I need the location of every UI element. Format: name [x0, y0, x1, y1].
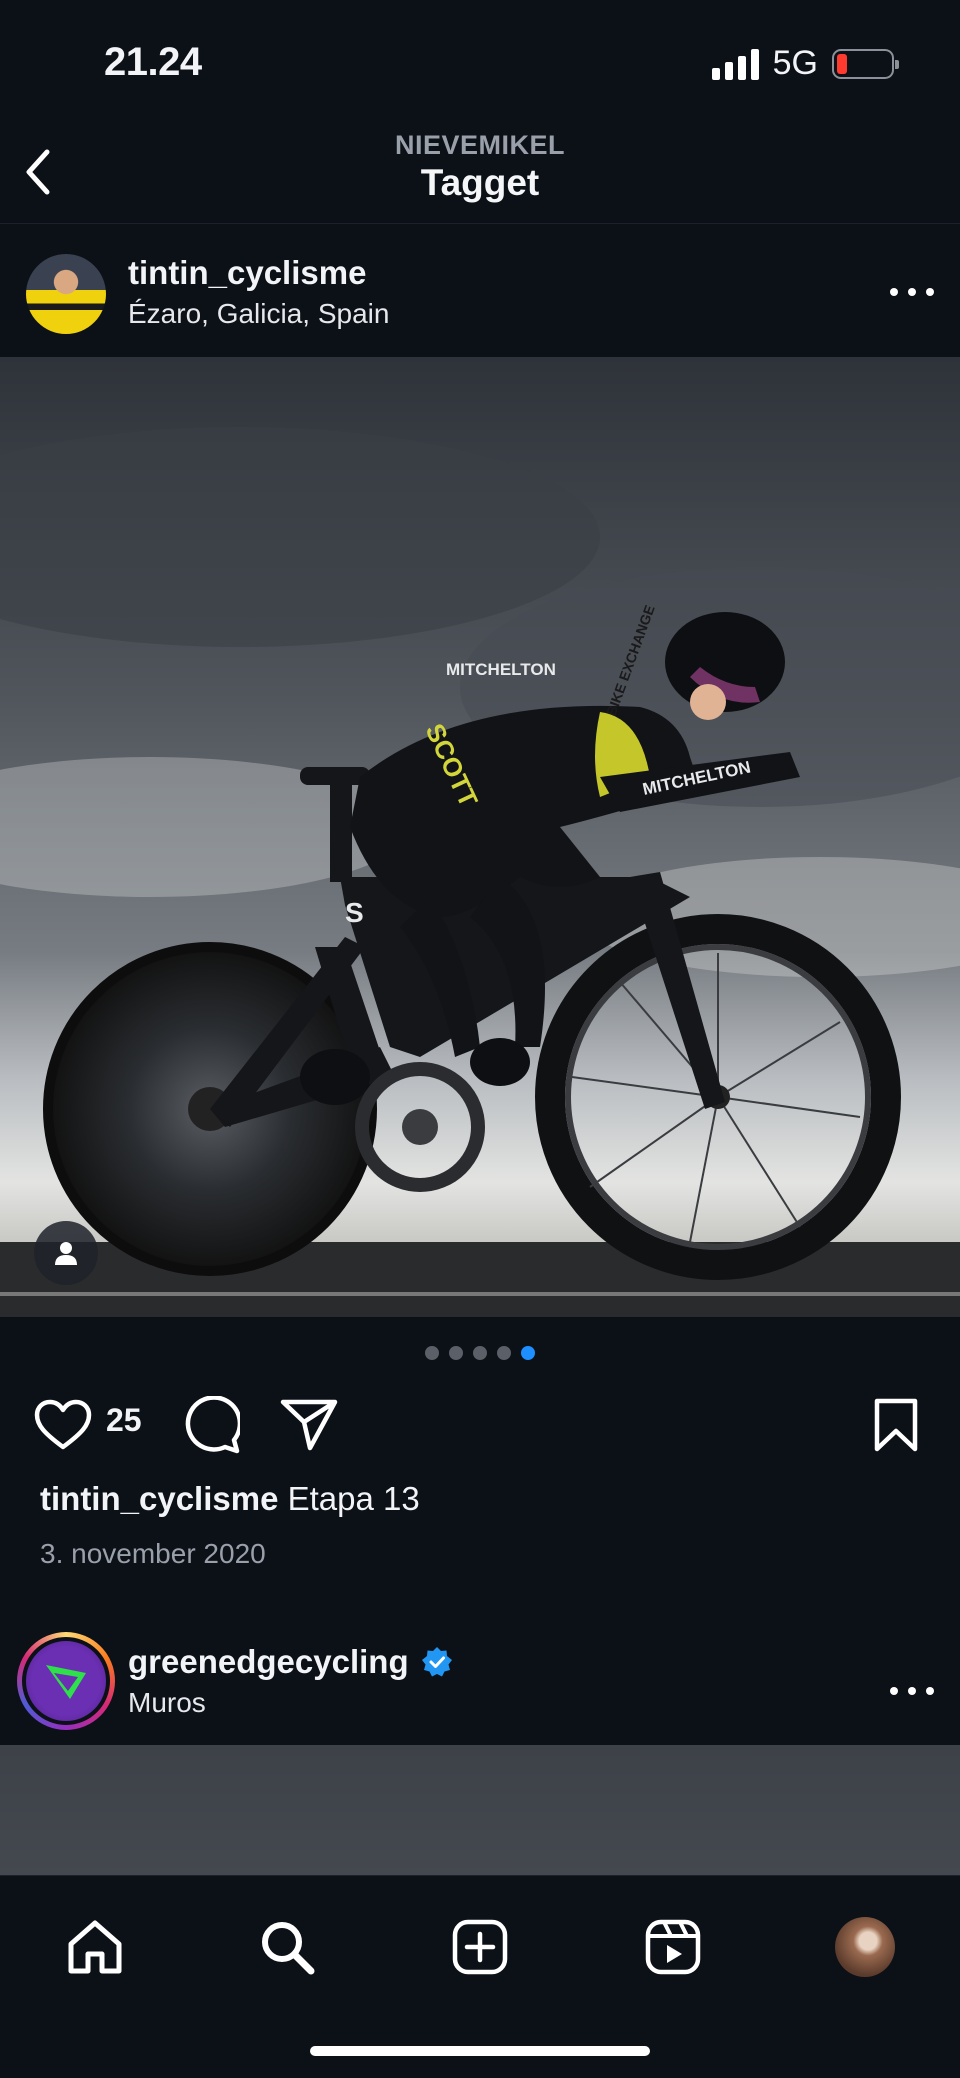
story-ring	[22, 1637, 110, 1725]
page-title: Tagget	[420, 162, 540, 203]
post-image[interactable]: MITCHELTON SCOTT MITCHELTON BIKE EXCHANG…	[0, 357, 960, 1317]
frame-logo-icon: S	[345, 897, 364, 928]
post-location[interactable]: Ézaro, Galicia, Spain	[128, 298, 389, 330]
create-icon	[452, 1919, 508, 1975]
like-button[interactable]	[32, 1394, 94, 1456]
next-user-row: greenedgecycling	[128, 1643, 453, 1681]
header-subtitle: NIEVEMIKEL	[394, 130, 566, 160]
signal-icon	[711, 48, 759, 80]
heart-icon	[34, 1399, 92, 1450]
next-post-header: greenedgecycling Muros	[0, 1615, 960, 1745]
home-indicator[interactable]	[310, 2046, 650, 2056]
battery-level	[837, 53, 847, 74]
bookmark-icon	[874, 1398, 918, 1452]
next-more-options-button[interactable]	[890, 1679, 934, 1703]
caption-text: Etapa 13	[287, 1480, 420, 1517]
next-post-username[interactable]: greenedgecycling	[128, 1643, 409, 1681]
post-date: 3. november 2020	[40, 1538, 266, 1569]
profile-avatar	[835, 1917, 895, 1977]
carousel-dot	[473, 1346, 487, 1360]
carousel-indicator	[0, 1346, 960, 1360]
comment-icon	[185, 1396, 240, 1454]
header: NIEVEMIKEL Tagget	[0, 120, 960, 224]
next-post-image[interactable]	[0, 1745, 960, 1875]
comment-button[interactable]	[180, 1394, 242, 1456]
person-icon	[55, 1242, 77, 1265]
status-icons: 5G	[711, 44, 899, 83]
post-header: tintin_cyclisme Ézaro, Galicia, Spain	[0, 224, 960, 357]
cyclist-photo: MITCHELTON SCOTT MITCHELTON BIKE EXCHANG…	[0, 357, 960, 1317]
nav-home[interactable]	[60, 1912, 130, 1982]
carousel-dot	[497, 1346, 511, 1360]
send-icon	[280, 1399, 338, 1451]
post-caption: tintin_cyclisme Etapa 13	[40, 1480, 420, 1518]
status-bar: 21.24 5G	[0, 0, 960, 130]
more-options-button[interactable]	[890, 280, 934, 304]
battery-icon	[832, 48, 899, 79]
post-username[interactable]: tintin_cyclisme	[128, 254, 366, 292]
bottom-nav	[0, 1875, 960, 2078]
share-button[interactable]	[278, 1394, 340, 1456]
search-icon	[262, 1922, 315, 1975]
network-label: 5G	[772, 44, 818, 82]
verified-badge-icon	[421, 1647, 452, 1677]
carousel-dot-active	[521, 1346, 535, 1360]
nav-search[interactable]	[252, 1912, 322, 1982]
chest-logo-text: MITCHELTON	[446, 660, 556, 679]
caption-username[interactable]: tintin_cyclisme	[40, 1480, 278, 1517]
home-icon	[68, 1920, 122, 1974]
brand-logo-icon	[46, 1665, 86, 1699]
carousel-dot	[449, 1346, 463, 1360]
reels-icon	[645, 1919, 701, 1975]
status-time: 21.24	[104, 40, 202, 84]
next-user-avatar[interactable]	[17, 1632, 115, 1730]
nav-reels[interactable]	[638, 1912, 708, 1982]
like-count[interactable]: 25	[106, 1402, 142, 1439]
carousel-dot	[425, 1346, 439, 1360]
user-avatar[interactable]	[26, 254, 106, 334]
next-post-location[interactable]: Muros	[128, 1687, 206, 1719]
tagged-people-button[interactable]	[34, 1221, 98, 1285]
nav-profile[interactable]	[830, 1912, 900, 1982]
nav-create[interactable]	[445, 1912, 515, 1982]
save-button[interactable]	[868, 1394, 924, 1456]
